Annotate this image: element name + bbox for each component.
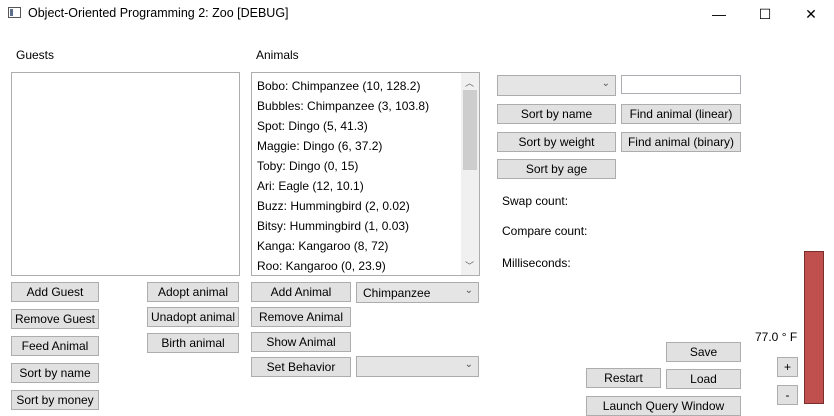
scroll-down-icon[interactable]: ﹀ (465, 259, 474, 272)
animals-listbox[interactable]: Bobo: Chimpanzee (10, 128.2) Bubbles: Ch… (251, 72, 480, 276)
sort-by-weight-button[interactable]: Sort by weight (497, 132, 616, 152)
birth-animal-button[interactable]: Birth animal (147, 333, 239, 353)
temperature-down-button[interactable]: - (777, 385, 798, 405)
launch-query-window-button[interactable]: Launch Query Window (586, 396, 741, 416)
feed-animal-button[interactable]: Feed Animal (11, 336, 99, 356)
load-button[interactable]: Load (666, 369, 741, 389)
find-animal-binary-button[interactable]: Find animal (binary) (621, 132, 741, 152)
chevron-down-icon: ⌄ (464, 285, 473, 296)
animal-list-item[interactable]: Bobo: Chimpanzee (10, 128.2) (257, 76, 420, 96)
search-combo[interactable]: ⌄ (497, 75, 616, 96)
animal-list-item[interactable]: Spot: Dingo (5, 41.3) (257, 116, 368, 136)
save-button[interactable]: Save (666, 342, 741, 362)
animal-type-combo[interactable]: Chimpanzee ⌄ (356, 282, 479, 303)
sort-by-name-button[interactable]: Sort by name (497, 104, 616, 124)
add-guest-button[interactable]: Add Guest (11, 282, 99, 302)
sort-by-age-button[interactable]: Sort by age (497, 159, 616, 179)
animal-list-item[interactable]: Roo: Kangaroo (0, 23.9) (257, 256, 386, 275)
swap-count-label: Swap count: (502, 194, 569, 208)
remove-animal-button[interactable]: Remove Animal (251, 307, 351, 327)
behavior-combo[interactable]: ⌄ (356, 356, 479, 377)
close-button[interactable]: ✕ (788, 0, 834, 28)
animals-label: Animals (256, 48, 299, 62)
guests-label: Guests (16, 48, 55, 62)
animal-list-item[interactable]: Ari: Eagle (12, 10.1) (257, 176, 364, 196)
maximize-button[interactable]: ☐ (742, 0, 788, 28)
animal-list-item[interactable]: Buzz: Hummingbird (2, 0.02) (257, 196, 410, 216)
temperature-readout: 77.0 ° F (755, 330, 798, 344)
scroll-up-icon[interactable]: ︿ (465, 76, 474, 89)
chevron-down-icon: ⌄ (464, 359, 473, 370)
compare-count-label: Compare count: (502, 224, 588, 238)
minimize-button[interactable]: — (696, 0, 742, 28)
adopt-animal-button[interactable]: Adopt animal (147, 282, 239, 302)
milliseconds-label: Milliseconds: (502, 256, 571, 270)
title-bar: Object-Oriented Programming 2: Zoo [DEBU… (0, 0, 834, 28)
search-input[interactable] (621, 75, 741, 94)
restart-button[interactable]: Restart (586, 368, 661, 388)
temperature-gauge (804, 251, 824, 404)
guests-listbox[interactable] (11, 72, 240, 276)
temperature-up-button[interactable]: + (777, 357, 798, 377)
set-behavior-button[interactable]: Set Behavior (251, 357, 351, 377)
app-icon (8, 7, 21, 18)
show-animal-button[interactable]: Show Animal (251, 332, 351, 352)
temperature-bar (804, 251, 824, 404)
animal-list-item[interactable]: Bubbles: Chimpanzee (3, 103.8) (257, 96, 429, 116)
animal-list-item[interactable]: Kanga: Kangaroo (8, 72) (257, 236, 388, 256)
sort-guests-by-money-button[interactable]: Sort by money (11, 390, 99, 410)
animal-list-item[interactable]: Maggie: Dingo (6, 37.2) (257, 136, 382, 156)
add-animal-button[interactable]: Add Animal (251, 282, 351, 302)
animals-scrollbar[interactable]: ︿ ﹀ (461, 73, 479, 275)
scrollbar-thumb[interactable] (463, 90, 477, 170)
window-title: Object-Oriented Programming 2: Zoo [DEBU… (28, 6, 289, 20)
animal-list-item[interactable]: Bitsy: Hummingbird (1, 0.03) (257, 216, 409, 236)
animal-list-item[interactable]: Toby: Dingo (0, 15) (257, 156, 358, 176)
sort-guests-by-name-button[interactable]: Sort by name (11, 363, 99, 383)
find-animal-linear-button[interactable]: Find animal (linear) (621, 104, 741, 124)
chevron-down-icon: ⌄ (601, 78, 610, 89)
remove-guest-button[interactable]: Remove Guest (11, 309, 99, 329)
unadopt-animal-button[interactable]: Unadopt animal (147, 307, 239, 327)
animal-type-value: Chimpanzee (363, 286, 431, 300)
